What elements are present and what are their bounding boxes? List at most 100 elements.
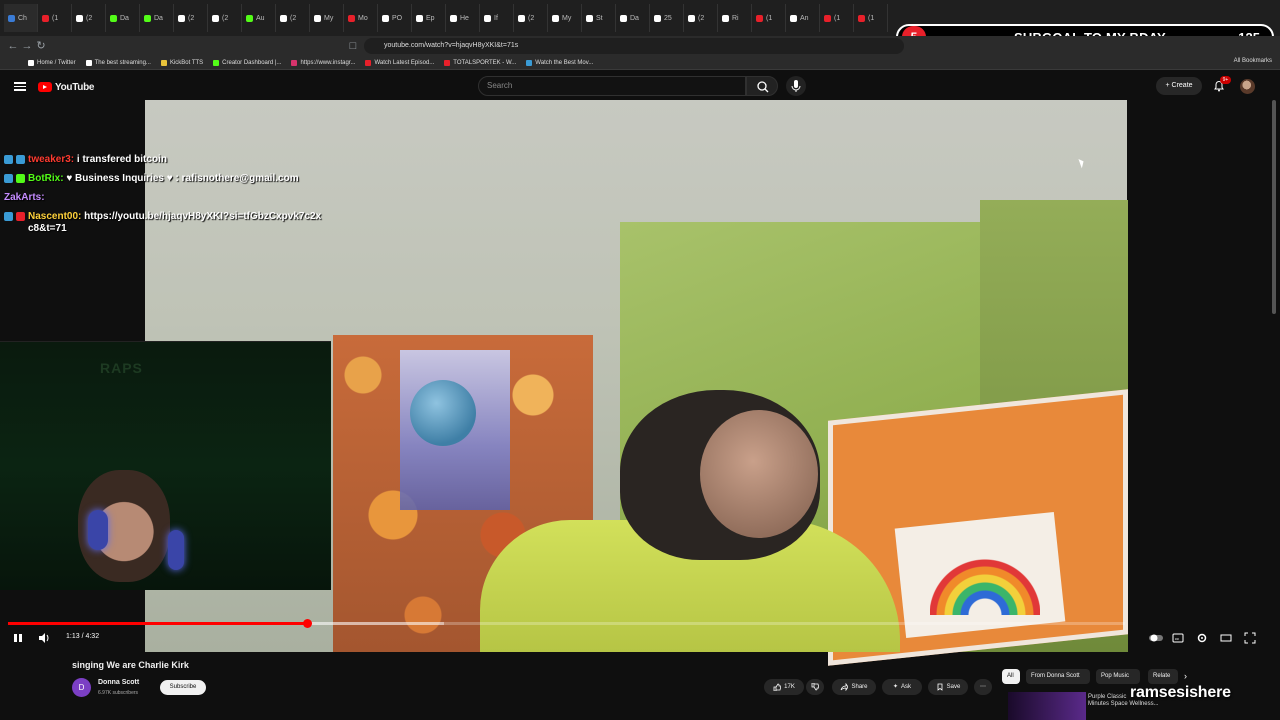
browser-tab[interactable]: (1: [752, 4, 786, 32]
tab-label: Da: [154, 14, 163, 22]
bookmark-item[interactable]: The best streaming...: [85, 59, 151, 66]
youtube-logo[interactable]: YouTube: [38, 80, 95, 94]
bookmark-favicon-icon: [291, 59, 298, 66]
browser-tab[interactable]: St: [582, 4, 616, 32]
subscribe-button[interactable]: Subscribe: [160, 680, 206, 695]
page-scrollbar[interactable]: [1272, 100, 1276, 314]
browser-tab[interactable]: (2: [208, 4, 242, 32]
like-button[interactable]: 17K: [764, 679, 804, 695]
tab-favicon-icon: [110, 14, 117, 22]
more-actions-button[interactable]: ⋯: [974, 679, 992, 695]
time-display: 1:13 / 4:32: [66, 633, 100, 640]
browser-tab[interactable]: PO: [378, 4, 412, 32]
chat-badge-icon: [16, 174, 25, 183]
voice-search-button[interactable]: [786, 76, 806, 96]
browser-tab[interactable]: (2: [276, 4, 310, 32]
fullscreen-button[interactable]: [1244, 632, 1256, 644]
tab-favicon-icon: [42, 14, 49, 22]
reload-icon[interactable]: ↻: [34, 39, 48, 53]
search-button[interactable]: [746, 76, 778, 96]
volume-button[interactable]: [38, 632, 50, 644]
all-bookmarks-link[interactable]: All Bookmarks: [1234, 58, 1272, 64]
tab-favicon-icon: [824, 14, 831, 22]
svg-text:cc: cc: [1175, 636, 1179, 641]
recommendation-chip[interactable]: Relate: [1148, 669, 1178, 684]
browser-tab[interactable]: (2: [72, 4, 106, 32]
bookmark-item[interactable]: Watch the Best Mov...: [526, 59, 593, 66]
browser-tab[interactable]: Da: [140, 4, 174, 32]
browser-tab[interactable]: An: [786, 4, 820, 32]
bookmark-label: KickBot TTS: [169, 59, 204, 66]
browser-tab[interactable]: My: [310, 4, 344, 32]
chat-username: Nascent00:: [28, 211, 85, 222]
settings-button[interactable]: [1196, 632, 1208, 644]
recommendation-chip[interactable]: From Donna Scott: [1026, 669, 1090, 684]
browser-tab[interactable]: (2: [684, 4, 718, 32]
chat-badge-icon: [4, 212, 13, 221]
search-input[interactable]: Search: [478, 76, 746, 96]
recommendation-chip[interactable]: All: [1002, 669, 1020, 684]
save-button[interactable]: Save: [928, 679, 968, 695]
bookmark-favicon-icon: [444, 59, 451, 66]
browser-tab[interactable]: (2: [174, 4, 208, 32]
bookmark-item[interactable]: Watch Latest Episod...: [365, 59, 434, 66]
sidebar-video-title-line2: Minutes Space Wellness...: [1088, 701, 1159, 707]
like-count: 17K: [784, 684, 795, 690]
tab-label: Ch: [18, 14, 27, 22]
captions-button[interactable]: cc: [1172, 632, 1184, 644]
browser-tab[interactable]: Mo: [344, 4, 378, 32]
sidebar-video-thumbnail[interactable]: [1008, 692, 1086, 720]
account-avatar[interactable]: [1240, 79, 1255, 94]
create-button[interactable]: + Create: [1156, 77, 1202, 95]
more-icon: ⋯: [980, 684, 986, 690]
back-icon[interactable]: ←: [6, 39, 20, 53]
tab-favicon-icon: [416, 14, 423, 22]
bookmark-favicon-icon: [526, 59, 533, 66]
browser-tab[interactable]: (1: [38, 4, 72, 32]
tab-label: (1: [834, 14, 841, 22]
channel-name[interactable]: Donna Scott: [98, 679, 139, 686]
autoplay-toggle[interactable]: [1148, 632, 1164, 644]
bookmark-favicon-icon: [28, 59, 34, 66]
bookmark-item[interactable]: Creator Dashboard |...: [213, 59, 281, 66]
browser-tab[interactable]: 25: [650, 4, 684, 32]
browser-tab[interactable]: Ch: [4, 4, 38, 32]
tab-label: Ri: [732, 14, 739, 22]
tab-favicon-icon: [246, 14, 253, 22]
tab-label: My: [562, 14, 572, 22]
tab-label: (1: [52, 14, 59, 22]
browser-tab[interactable]: If: [480, 4, 514, 32]
bookmark-item[interactable]: KickBot TTS: [160, 59, 204, 66]
url-bar[interactable]: youtube.com/watch?v=hjaqvH8yXKI&t=71s: [364, 38, 904, 54]
chips-next-chevron-icon[interactable]: ›: [1184, 671, 1187, 681]
browser-tab[interactable]: (2: [514, 4, 548, 32]
browser-tab[interactable]: (1: [820, 4, 854, 32]
bookmark-star-icon[interactable]: □: [346, 39, 360, 53]
browser-tab[interactable]: He: [446, 4, 480, 32]
browser-tab[interactable]: Da: [106, 4, 140, 32]
chat-badge-icon: [16, 212, 25, 221]
browser-tab[interactable]: Au: [242, 4, 276, 32]
browser-tab[interactable]: Da: [616, 4, 650, 32]
bookmark-favicon-icon: [160, 59, 167, 66]
dislike-button[interactable]: [806, 679, 824, 695]
hamburger-menu-icon[interactable]: [14, 80, 26, 92]
bookmark-item[interactable]: Home / Twitter: [28, 59, 76, 66]
browser-tab[interactable]: (1: [854, 4, 888, 32]
theater-mode-button[interactable]: [1220, 632, 1232, 644]
bookmark-item[interactable]: TOTALSPORTEK - W...: [444, 59, 516, 66]
progress-scrubber[interactable]: [303, 619, 312, 628]
browser-tab[interactable]: Ri: [718, 4, 752, 32]
share-button[interactable]: Share: [832, 679, 876, 695]
tab-favicon-icon: [212, 14, 219, 22]
browser-tab[interactable]: My: [548, 4, 582, 32]
pause-button[interactable]: [12, 632, 24, 644]
bookmark-label: https://www.instagr...: [300, 59, 356, 66]
ask-button[interactable]: ✦ Ask: [882, 679, 922, 695]
bookmark-item[interactable]: https://www.instagr...: [291, 59, 356, 66]
browser-tab[interactable]: Ep: [412, 4, 446, 32]
subscriber-count: 6.97K subscribers: [98, 690, 139, 696]
forward-icon[interactable]: →: [20, 39, 34, 53]
recommendation-chip[interactable]: Pop Music: [1096, 669, 1140, 684]
channel-avatar[interactable]: D: [72, 678, 91, 697]
